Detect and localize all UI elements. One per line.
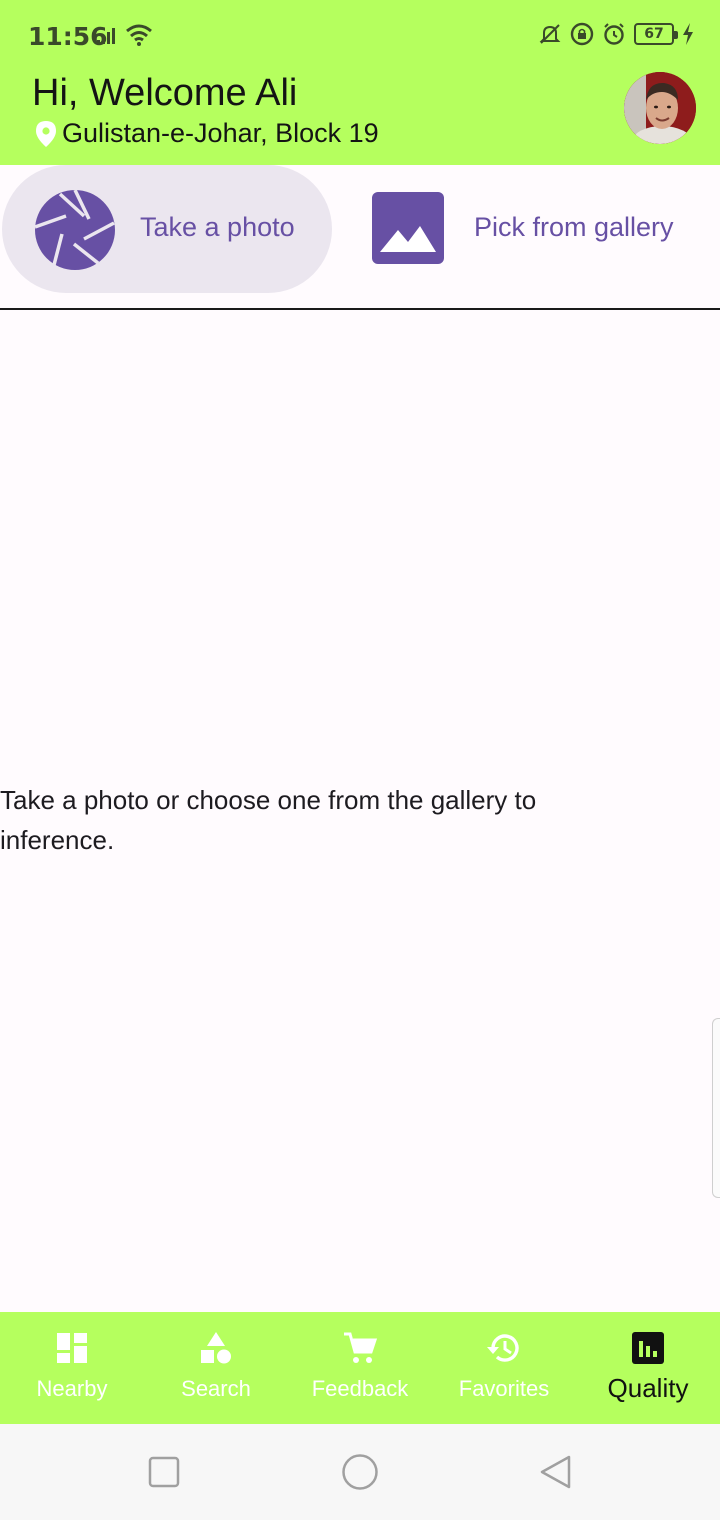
- bottom-navigation: Nearby Search Feedback Favorites Quality: [0, 1312, 720, 1424]
- status-bar: 11:56 67: [0, 0, 720, 72]
- nav-label-favorites: Favorites: [458, 1376, 550, 1401]
- location-row[interactable]: Gulistan-e-Johar, Block 19: [36, 118, 379, 149]
- nav-label-quality: Quality: [607, 1373, 689, 1403]
- instruction-text: Take a photo or choose one from the gall…: [0, 785, 537, 855]
- pick-gallery-button[interactable]: Pick from gallery: [372, 165, 712, 293]
- avatar[interactable]: [624, 72, 696, 144]
- mute-icon: [539, 24, 561, 44]
- pick-gallery-label: Pick from gallery: [474, 212, 674, 242]
- section-divider: [0, 308, 720, 310]
- nav-item-quality[interactable]: Quality: [576, 1312, 720, 1424]
- history-icon: [487, 1334, 519, 1362]
- nav-item-search[interactable]: Search: [144, 1312, 288, 1424]
- take-photo-button[interactable]: Take a photo: [2, 165, 332, 293]
- location-pin-icon: [36, 120, 56, 147]
- recents-icon[interactable]: [148, 1456, 180, 1488]
- nav-item-nearby[interactable]: Nearby: [0, 1312, 144, 1424]
- vpn-lock-icon: [570, 22, 594, 46]
- cart-icon: [344, 1332, 378, 1363]
- image-source-row: Take a photo Pick from gallery: [0, 165, 720, 310]
- status-time: 11:56: [28, 22, 108, 51]
- status-right-icons: 67: [538, 22, 694, 46]
- home-icon[interactable]: [341, 1453, 379, 1491]
- image-icon: [372, 192, 444, 264]
- profile-photo: [624, 72, 696, 144]
- battery-icon: 67: [634, 23, 678, 45]
- status-left-icons: [97, 24, 153, 46]
- bar-chart-icon: [632, 1332, 664, 1364]
- greeting-title: Hi, Welcome Ali: [32, 72, 298, 114]
- location-text: Gulistan-e-Johar, Block 19: [62, 118, 379, 148]
- nav-label-feedback: Feedback: [311, 1376, 409, 1401]
- system-navigation-bar: [0, 1424, 720, 1520]
- back-icon[interactable]: [538, 1454, 572, 1490]
- nav-label-nearby: Nearby: [36, 1376, 108, 1401]
- charging-icon: [683, 23, 693, 45]
- side-scroll-handle[interactable]: [712, 1018, 720, 1198]
- wifi-icon: [126, 24, 152, 46]
- nav-item-favorites[interactable]: Favorites: [432, 1312, 576, 1424]
- app-header: Hi, Welcome Ali Gulistan-e-Johar, Block …: [0, 72, 720, 165]
- app-screen: 11:56 67 Hi, Welcome Ali Gulistan-e-Joha…: [0, 0, 720, 1520]
- nav-label-search: Search: [181, 1376, 251, 1401]
- alarm-icon: [604, 23, 624, 45]
- signal-icon: [97, 28, 115, 44]
- nav-item-feedback[interactable]: Feedback: [288, 1312, 432, 1424]
- dashboard-icon: [57, 1333, 87, 1363]
- camera-shutter-icon: [34, 189, 115, 270]
- take-photo-label: Take a photo: [140, 212, 295, 242]
- category-icon: [201, 1332, 231, 1364]
